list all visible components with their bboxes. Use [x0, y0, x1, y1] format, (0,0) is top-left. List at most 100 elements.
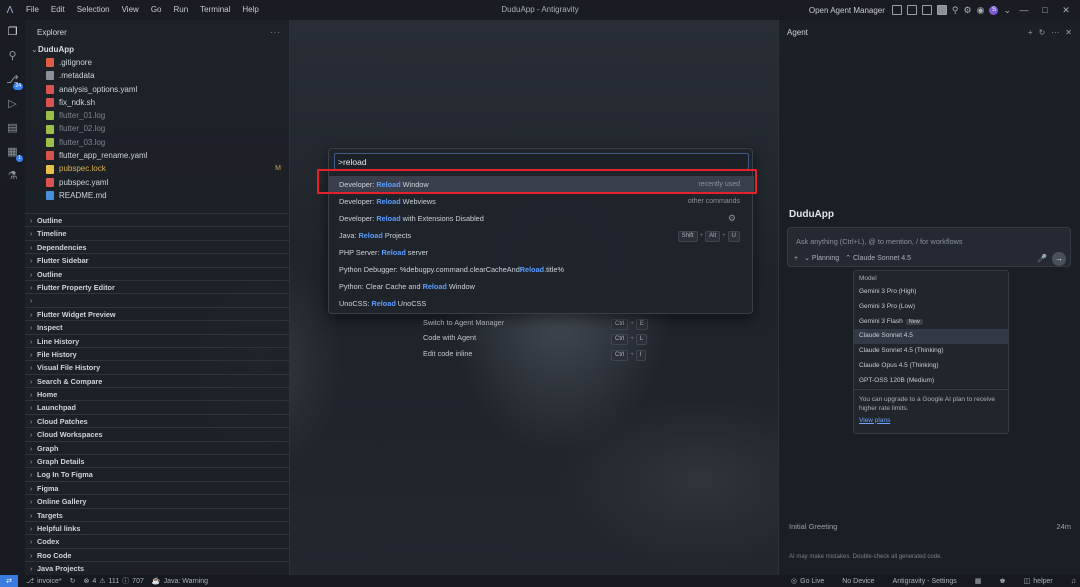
accounts-icon[interactable]: ♚	[999, 577, 1005, 585]
sidebar-section[interactable]: › Cloud Workspaces	[25, 427, 290, 440]
sidebar-section[interactable]: › Flutter Widget Preview	[25, 306, 290, 320]
agent-chat-input[interactable]: Ask anything (Ctrl+L), @ to mention, / f…	[787, 227, 1071, 267]
menu-item-view[interactable]: View	[116, 0, 145, 20]
sidebar-section[interactable]: › Log In To Figma	[25, 467, 290, 480]
add-context-icon[interactable]: +	[794, 255, 798, 262]
menu-item-help[interactable]: Help	[236, 0, 264, 20]
sidebar-section[interactable]: › Outline	[25, 266, 290, 280]
menu-item-edit[interactable]: Edit	[45, 0, 71, 20]
explorer-icon[interactable]: ❐	[6, 26, 19, 39]
menu-item-terminal[interactable]: Terminal	[194, 0, 236, 20]
toggle-sidebar-icon[interactable]	[891, 5, 902, 15]
microphone-icon[interactable]: 🎤	[1037, 254, 1047, 263]
maximize-icon[interactable]: □	[1037, 5, 1053, 15]
device-selector[interactable]: No Device	[842, 578, 874, 585]
file-item[interactable]: analysis_options.yaml	[25, 83, 289, 96]
model-option[interactable]: Claude Sonnet 4.5 (Thinking)	[854, 344, 1008, 359]
search-icon[interactable]: ⚲	[6, 50, 19, 63]
sync-icon[interactable]: ↻	[70, 577, 76, 585]
sidebar-section[interactable]: › Roo Code	[25, 547, 290, 561]
sidebar-section[interactable]: › Dependencies	[25, 239, 290, 253]
model-option[interactable]: Gemini 3 Pro (High)	[854, 285, 1008, 300]
command-item[interactable]: Python: Clear Cache and Reload Window	[329, 278, 754, 295]
search-icon[interactable]: ⚲	[952, 5, 959, 15]
browser-icon[interactable]: ◉	[977, 5, 985, 15]
command-item[interactable]: Java: Reload Projects Shift + Alt + U	[329, 227, 754, 244]
sidebar-section[interactable]: › Timeline	[25, 226, 290, 239]
command-item[interactable]: Developer: Reload with Extensions Disabl…	[329, 210, 754, 227]
command-item[interactable]: PHP Server: Reload server	[329, 244, 754, 261]
settings-gear-icon[interactable]: ⚙	[964, 5, 972, 15]
model-option[interactable]: GPT-OSS 120B (Medium)	[854, 374, 1008, 389]
sidebar-section[interactable]: › Java Projects	[25, 561, 290, 574]
file-item[interactable]: pubspec.lock M	[25, 162, 289, 175]
more-actions-icon[interactable]: ···	[1051, 28, 1059, 37]
java-status[interactable]: ☕ Java: Warning	[152, 577, 208, 586]
file-item[interactable]: fix_ndk.sh	[25, 96, 289, 109]
extensions-icon[interactable]: ▦ 1	[6, 146, 23, 162]
remote-explorer-icon[interactable]: ▤	[6, 122, 19, 135]
chevron-down-icon[interactable]: ⌄	[1003, 5, 1011, 15]
conversation-item[interactable]: Initial Greeting 24m	[789, 522, 1071, 531]
menu-item-run[interactable]: Run	[167, 0, 194, 20]
sidebar-section[interactable]: › Graph Details	[25, 454, 290, 467]
notifications-bell-icon[interactable]: ♫	[1071, 578, 1076, 585]
sidebar-section[interactable]: › Flutter Property Editor	[25, 279, 290, 293]
testing-flask-icon[interactable]: ⚗	[6, 170, 19, 183]
sidebar-section[interactable]: ›	[25, 293, 290, 306]
toggle-agent-panel-icon[interactable]	[936, 5, 947, 15]
sidebar-section[interactable]: › Targets	[25, 507, 290, 521]
file-item[interactable]: README.md	[25, 189, 289, 202]
remote-indicator-icon[interactable]: ⇄	[0, 575, 18, 587]
command-item[interactable]: Python Debugger: %debugpy.command.clearC…	[329, 261, 754, 278]
model-option[interactable]: Claude Opus 4.5 (Thinking)	[854, 359, 1008, 374]
model-option[interactable]: Gemini 3 Flash New	[854, 315, 1008, 330]
sidebar-section[interactable]: › Outline	[25, 213, 290, 226]
sidebar-section[interactable]: › Cloud Patches	[25, 413, 290, 427]
problems-indicator[interactable]: ⊗ 4 ⚠ 111 ⓘ 707	[83, 576, 143, 586]
close-icon[interactable]: ✕	[1058, 5, 1074, 16]
sidebar-section[interactable]: › Launchpad	[25, 400, 290, 413]
file-item[interactable]: .metadata	[25, 69, 289, 82]
sidebar-section[interactable]: › Online Gallery	[25, 494, 290, 507]
source-control-icon[interactable]: ⎇ 24	[6, 74, 23, 90]
toggle-editor-icon[interactable]	[921, 5, 932, 15]
sidebar-section[interactable]: › Home	[25, 387, 290, 400]
send-arrow-icon[interactable]: →	[1052, 252, 1066, 266]
file-item[interactable]: flutter_01.log	[25, 109, 289, 122]
file-item[interactable]: pubspec.yaml	[25, 176, 289, 189]
project-root-folder[interactable]: ⌄DuduApp	[25, 44, 289, 56]
menu-item-go[interactable]: Go	[145, 0, 168, 20]
command-palette-input[interactable]	[334, 153, 749, 170]
sidebar-section[interactable]: › Flutter Sidebar	[25, 253, 290, 266]
command-item[interactable]: UnoCSS: Reload UnoCSS	[329, 295, 754, 312]
sidebar-section[interactable]: › Inspect	[25, 320, 290, 333]
history-icon[interactable]: ↻	[1039, 28, 1046, 37]
model-option[interactable]: Gemini 3 Pro (Low)	[854, 300, 1008, 315]
menu-item-file[interactable]: File	[20, 0, 45, 20]
model-selector[interactable]: ⌃ Claude Sonnet 4.5	[845, 254, 911, 262]
sidebar-section[interactable]: › Codex	[25, 534, 290, 547]
branch-indicator[interactable]: ⎇ invoice*	[26, 577, 62, 586]
sidebar-section[interactable]: › Line History	[25, 333, 290, 347]
run-debug-icon[interactable]: ▷	[6, 98, 19, 111]
command-item[interactable]: Developer: Reload Webviews other commands	[329, 193, 754, 210]
file-item[interactable]: .gitignore	[25, 56, 289, 69]
helper-status[interactable]: ◫ helper	[1024, 577, 1053, 586]
sidebar-section[interactable]: › File History	[25, 346, 290, 360]
avatar[interactable]: S	[989, 5, 999, 15]
more-actions-icon[interactable]: ···	[270, 28, 281, 37]
settings-status[interactable]: Antigravity - Settings	[893, 578, 957, 585]
sidebar-section[interactable]: › Search & Compare	[25, 373, 290, 387]
model-option[interactable]: Claude Sonnet 4.5	[854, 329, 1008, 345]
file-item[interactable]: flutter_02.log	[25, 122, 289, 135]
toggle-panel-icon[interactable]	[906, 5, 917, 15]
minimize-icon[interactable]: —	[1016, 5, 1032, 15]
layout-icon[interactable]: ▦	[975, 577, 982, 585]
file-item[interactable]: flutter_03.log	[25, 136, 289, 149]
open-agent-manager-button[interactable]: Open Agent Manager	[809, 6, 885, 15]
file-item[interactable]: flutter_app_rename.yaml	[25, 149, 289, 162]
close-icon[interactable]: ✕	[1065, 28, 1072, 37]
sidebar-section[interactable]: › Figma	[25, 480, 290, 494]
go-live-button[interactable]: ◎ Go Live	[791, 577, 824, 586]
